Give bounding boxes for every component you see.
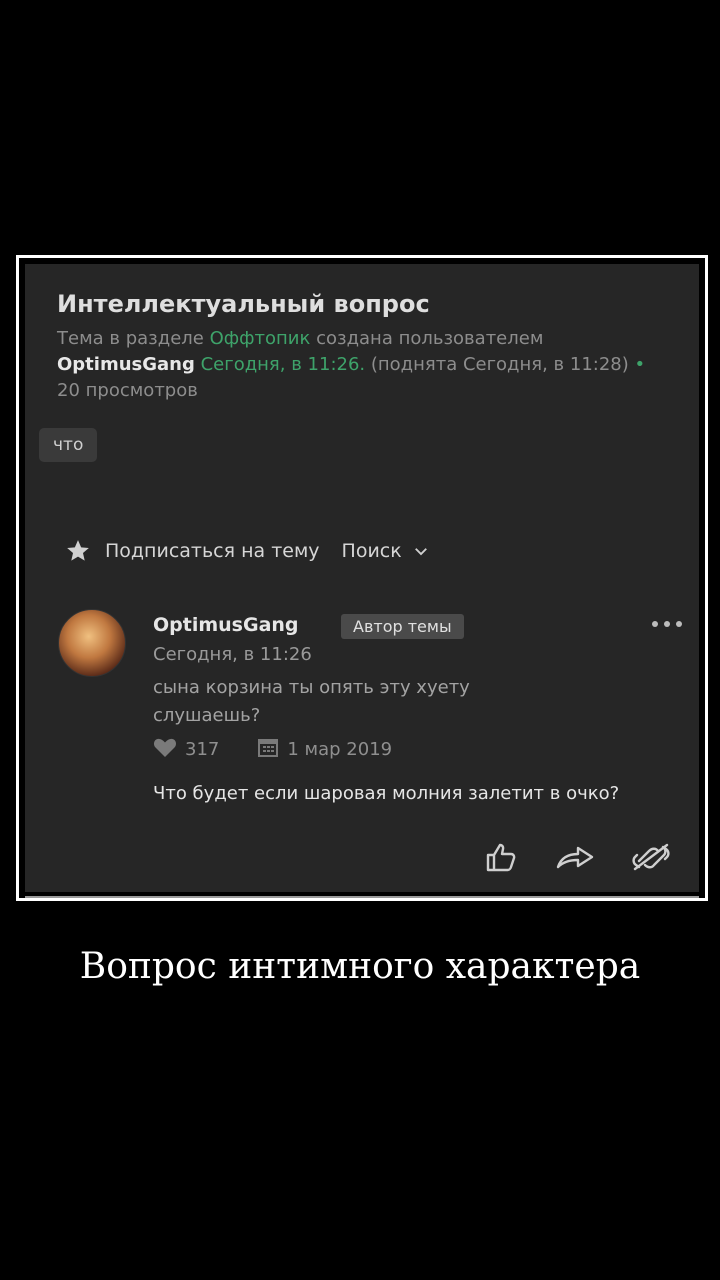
search-label: Поиск — [341, 540, 402, 562]
calendar-icon — [257, 736, 279, 763]
share-icon[interactable] — [555, 844, 595, 874]
author-badge: Автор темы — [341, 614, 464, 639]
subscribe-button[interactable]: Подписаться на тему — [105, 540, 320, 562]
chevron-down-icon — [412, 542, 430, 560]
views-count: 20 просмотров — [57, 380, 198, 401]
forum-screenshot: Интеллектуальный вопрос Тема в разделе О… — [25, 264, 699, 892]
post-stats: 317 1 мар 2019 — [153, 736, 392, 763]
raised-time: (поднята Сегодня, в 11:28) — [365, 354, 635, 375]
unlink-icon[interactable] — [631, 843, 671, 875]
thread-tag[interactable]: что — [39, 428, 98, 462]
meta-dot: • — [634, 354, 646, 375]
meta-prefix: Тема в разделе — [57, 328, 210, 349]
thumbs-up-icon[interactable] — [485, 842, 519, 876]
post-author[interactable]: OptimusGang — [153, 614, 299, 636]
section-link[interactable]: Оффтопик — [210, 328, 311, 349]
author-link[interactable]: OptimusGang — [57, 354, 195, 375]
search-dropdown[interactable]: Поиск — [342, 540, 430, 562]
meta-mid: создана пользователем — [310, 328, 544, 349]
likes-count: 317 — [185, 739, 220, 760]
avatar[interactable] — [58, 609, 126, 677]
heart-icon — [153, 736, 177, 763]
caption: Вопрос интимного характера — [79, 946, 641, 987]
created-time: Сегодня, в 11:26. — [200, 354, 366, 375]
star-icon — [65, 538, 91, 564]
more-icon[interactable] — [649, 616, 685, 635]
thread-actions: Подписаться на тему Поиск — [65, 534, 430, 568]
post-time: Сегодня, в 11:26 — [153, 644, 312, 665]
post-quote: сына корзина ты опять эту хуету слушаешь… — [153, 677, 470, 726]
post-tools — [485, 842, 671, 876]
post-date: 1 мар 2019 — [287, 739, 393, 760]
divider — [25, 896, 699, 898]
thread-title: Интеллектуальный вопрос — [57, 290, 430, 318]
post-body: Что будет если шаровая молния залетит в … — [153, 783, 620, 804]
demotivator-frame: Интеллектуальный вопрос Тема в разделе О… — [16, 255, 708, 901]
thread-meta: Тема в разделе Оффтопик создана пользова… — [57, 326, 667, 404]
